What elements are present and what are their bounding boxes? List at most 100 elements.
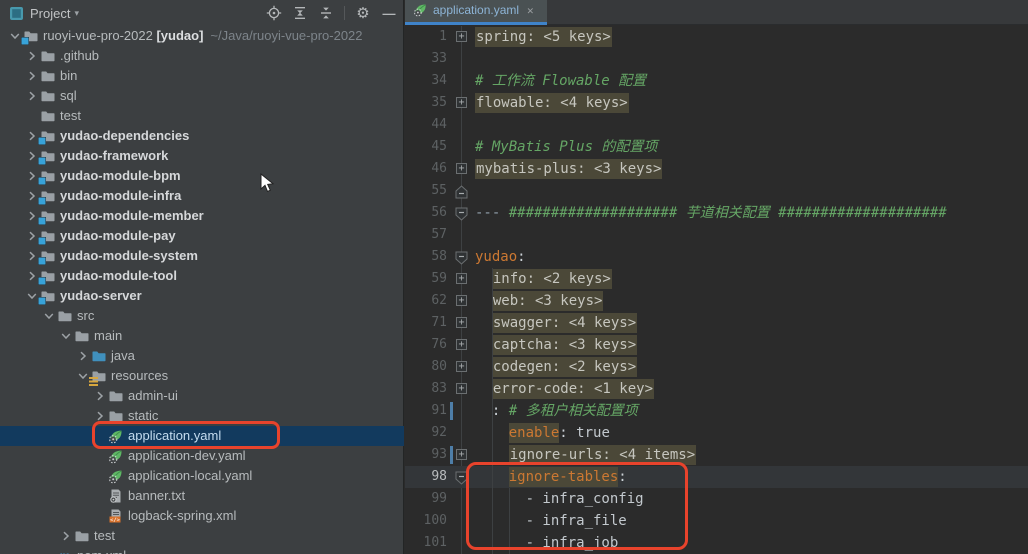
editor-line-76[interactable]: 76+ captcha: <3 keys>	[405, 334, 1028, 356]
tree-item-yudao-module-system[interactable]: yudao-module-system	[0, 246, 404, 266]
fold-expand-icon[interactable]: +	[456, 339, 467, 350]
fold-collapse-icon[interactable]	[455, 470, 468, 489]
tree-item-main[interactable]: main	[0, 326, 404, 346]
chevron-right-icon[interactable]	[25, 269, 39, 283]
chevron-down-icon[interactable]	[76, 369, 90, 383]
tree-item-src[interactable]: src	[0, 306, 404, 326]
fold-expand-icon[interactable]: +	[456, 295, 467, 306]
editor-line-83[interactable]: 83+ error-code: <1 key>	[405, 378, 1028, 400]
fold-expand-icon[interactable]: +	[456, 97, 467, 108]
chevron-right-icon[interactable]	[93, 409, 107, 423]
editor-line-59[interactable]: 59+ info: <2 keys>	[405, 268, 1028, 290]
tree-item-banner.txt[interactable]: banner.txt	[0, 486, 404, 506]
chevron-down-icon[interactable]	[25, 289, 39, 303]
tree-item-yudao-module-bpm[interactable]: yudao-module-bpm	[0, 166, 404, 186]
editor-line-98[interactable]: 98 ignore-tables:	[405, 466, 1028, 488]
editor-line-44[interactable]: 44	[405, 114, 1028, 136]
chevron-right-icon[interactable]	[25, 89, 39, 103]
tree-item-logback-spring.xml[interactable]: </>logback-spring.xml	[0, 506, 404, 526]
editor-line-33[interactable]: 33	[405, 48, 1028, 70]
fold-expand-icon[interactable]: +	[456, 273, 467, 284]
fold-expand-icon[interactable]: +	[456, 31, 467, 42]
tree-item-yudao-dependencies[interactable]: yudao-dependencies	[0, 126, 404, 146]
editor-line-92[interactable]: 92 enable: true	[405, 422, 1028, 444]
tree-item-static[interactable]: static	[0, 406, 404, 426]
yaml-file-icon	[108, 468, 124, 484]
chevron-right-icon[interactable]	[25, 149, 39, 163]
chevron-right-icon[interactable]	[25, 49, 39, 63]
tree-item-yudao-framework[interactable]: yudao-framework	[0, 146, 404, 166]
fold-expand-icon[interactable]: +	[456, 361, 467, 372]
tree-item-test[interactable]: test	[0, 526, 404, 546]
editor-line-34[interactable]: 34# 工作流 Flowable 配置	[405, 70, 1028, 92]
tree-item-bin[interactable]: bin	[0, 66, 404, 86]
tree-item-yudao-module-member[interactable]: yudao-module-member	[0, 206, 404, 226]
fold-expand-icon[interactable]: +	[456, 317, 467, 328]
tab-application-yaml[interactable]: application.yaml ✕	[405, 0, 547, 25]
tree-item-yudao-module-tool[interactable]: yudao-module-tool	[0, 266, 404, 286]
fold-expand-icon[interactable]: +	[456, 449, 467, 460]
chevron-right-icon[interactable]	[93, 389, 107, 403]
hide-panel-icon[interactable]: —	[381, 5, 397, 21]
chevron-right-icon[interactable]	[25, 129, 39, 143]
collapse-all-icon[interactable]	[292, 5, 308, 21]
editor-line-91[interactable]: 91 : # 多租户相关配置项	[405, 400, 1028, 422]
fold-expand-icon[interactable]: +	[456, 163, 467, 174]
fold-collapse-icon[interactable]	[455, 206, 468, 225]
chevron-right-icon[interactable]	[25, 189, 39, 203]
chevron-down-icon[interactable]	[8, 29, 22, 43]
tree-item-yudao-module-pay[interactable]: yudao-module-pay	[0, 226, 404, 246]
tree-item-pom.xml[interactable]: mpom.xml	[0, 546, 404, 554]
editor-line-56[interactable]: 56--- #################### 芋道相关配置 ######…	[405, 202, 1028, 224]
chevron-right-icon[interactable]	[25, 209, 39, 223]
chevron-right-icon[interactable]	[25, 229, 39, 243]
editor-line-55[interactable]: 55	[405, 180, 1028, 202]
tree-item-application-local.yaml[interactable]: application-local.yaml	[0, 466, 404, 486]
editor-line-101[interactable]: 101 - infra_job	[405, 532, 1028, 554]
editor-line-57[interactable]: 57	[405, 224, 1028, 246]
collapse-selection-icon[interactable]	[318, 5, 334, 21]
chevron-down-icon[interactable]	[42, 309, 56, 323]
close-icon[interactable]: ✕	[527, 4, 534, 17]
fold-collapse-icon[interactable]	[455, 250, 468, 269]
editor-line-99[interactable]: 99 - infra_config	[405, 488, 1028, 510]
tree-item-label: .github	[60, 48, 99, 63]
fold-expand-icon[interactable]: +	[456, 383, 467, 394]
tree-item-yudao-server[interactable]: yudao-server	[0, 286, 404, 306]
editor-line-46[interactable]: 46+mybatis-plus: <3 keys>	[405, 158, 1028, 180]
tree-item-resources[interactable]: resources	[0, 366, 404, 386]
tree-item-sql[interactable]: sql	[0, 86, 404, 106]
tree-item-yudao-module-infra[interactable]: yudao-module-infra	[0, 186, 404, 206]
line-text: info: <2 keys>	[475, 268, 612, 290]
tree-item-application.yaml[interactable]: application.yaml	[0, 426, 404, 446]
locate-icon[interactable]	[266, 5, 282, 21]
editor-line-58[interactable]: 58yudao:	[405, 246, 1028, 268]
project-panel-header: Project ▾ ⚙ —	[0, 0, 403, 26]
editor-line-45[interactable]: 45# MyBatis Plus 的配置项	[405, 136, 1028, 158]
chevron-right-icon[interactable]	[25, 249, 39, 263]
tree-item-test[interactable]: test	[0, 106, 404, 126]
tree-item-.github[interactable]: .github	[0, 46, 404, 66]
tree-item-admin-ui[interactable]: admin-ui	[0, 386, 404, 406]
spring-yaml-icon	[413, 2, 428, 21]
fold-end-icon[interactable]	[455, 184, 468, 203]
editor-line-93[interactable]: 93+ ignore-urls: <4 items>	[405, 444, 1028, 466]
tree-item-java[interactable]: java	[0, 346, 404, 366]
editor-line-35[interactable]: 35+flowable: <4 keys>	[405, 92, 1028, 114]
editor-line-100[interactable]: 100 - infra_file	[405, 510, 1028, 532]
gear-icon[interactable]: ⚙	[355, 5, 371, 21]
chevron-down-icon[interactable]: ▾	[74, 8, 79, 19]
tree-item-label: main	[94, 328, 122, 343]
chevron-right-icon[interactable]	[25, 169, 39, 183]
editor-line-80[interactable]: 80+ codegen: <2 keys>	[405, 356, 1028, 378]
chevron-right-icon[interactable]	[76, 349, 90, 363]
editor-line-1[interactable]: 1+spring: <5 keys>	[405, 26, 1028, 48]
chevron-down-icon[interactable]	[59, 329, 73, 343]
editor-line-71[interactable]: 71+ swagger: <4 keys>	[405, 312, 1028, 334]
tree-item-ruoyi-vue-pro-2022[interactable]: ruoyi-vue-pro-2022 [yudao]~/Java/ruoyi-v…	[0, 26, 404, 46]
editor-line-62[interactable]: 62+ web: <3 keys>	[405, 290, 1028, 312]
tree-item-application-dev.yaml[interactable]: application-dev.yaml	[0, 446, 404, 466]
indent-guide	[492, 268, 493, 554]
chevron-right-icon[interactable]	[59, 529, 73, 543]
chevron-right-icon[interactable]	[25, 69, 39, 83]
